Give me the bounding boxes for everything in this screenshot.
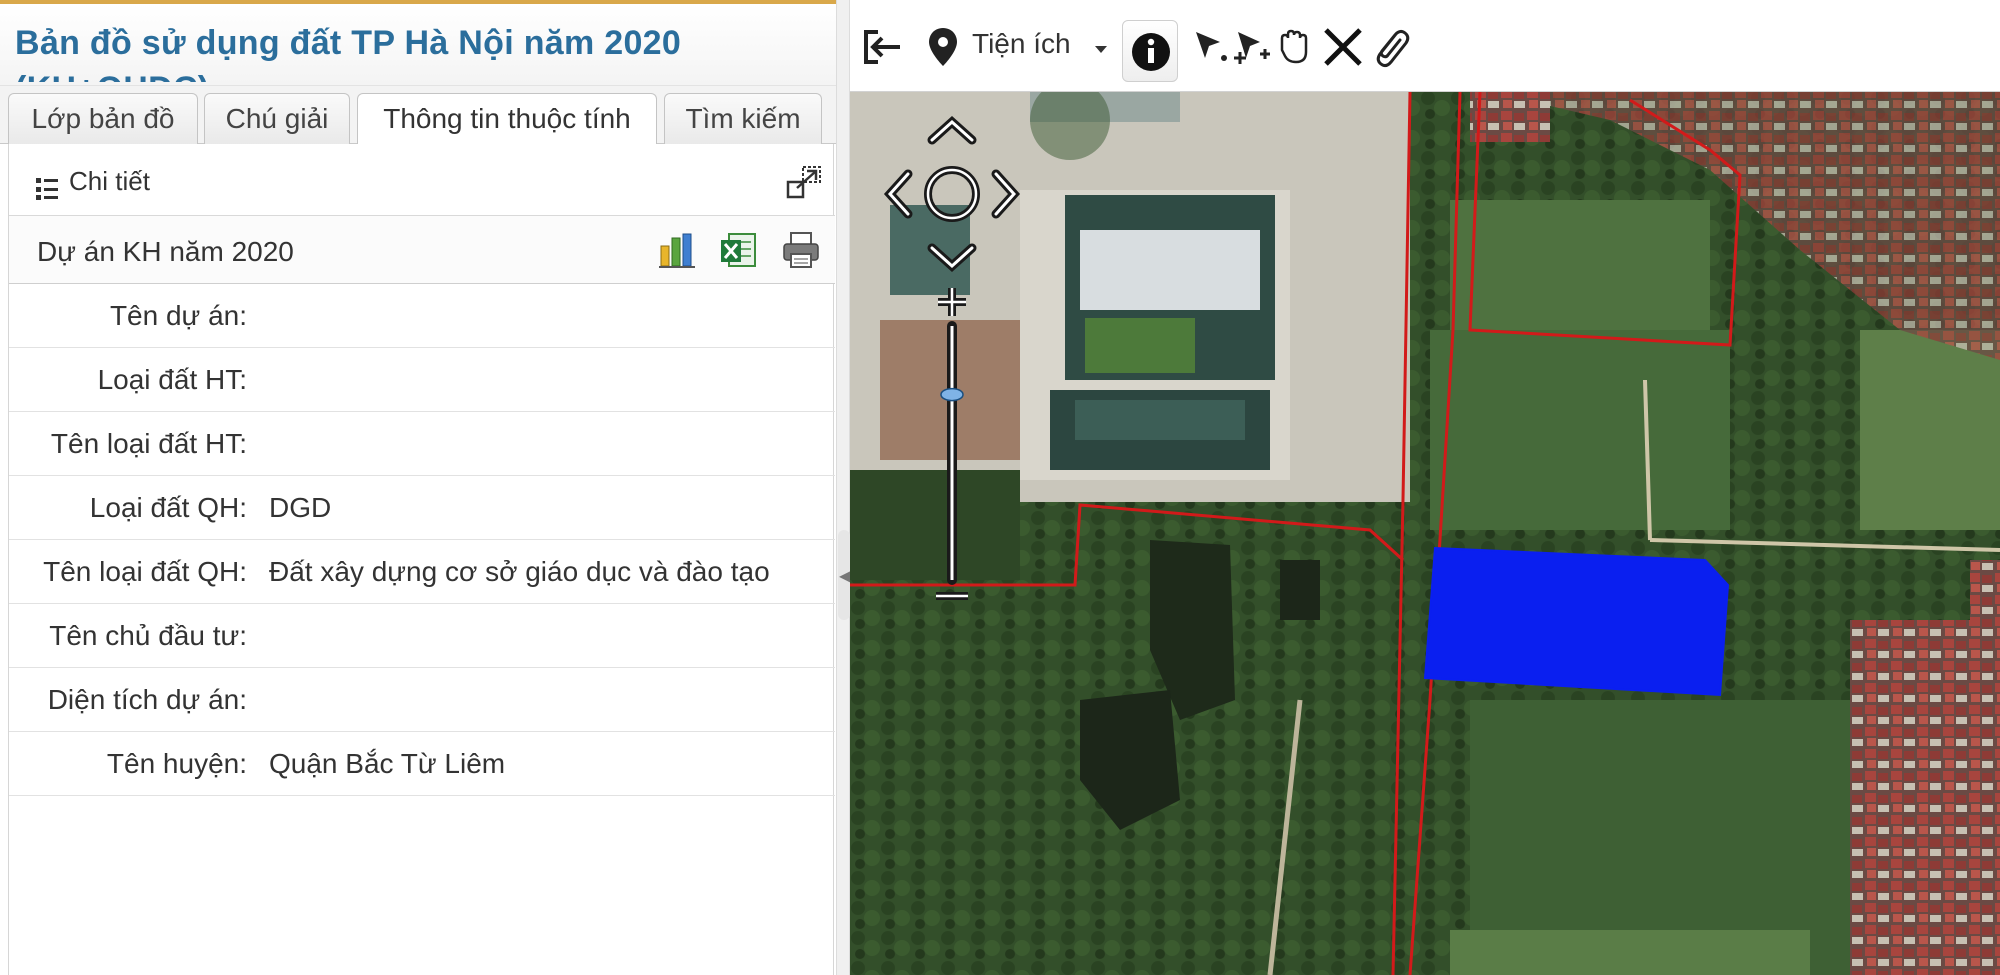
attribute-row: Loại đất QH: DGD	[9, 476, 835, 540]
map-view[interactable]: Tiện ích	[850, 0, 2000, 975]
attribute-value: Đất xây dựng cơ sở giáo dục và đào tạo	[269, 556, 770, 587]
tab-map-layers[interactable]: Lớp bản đồ	[8, 93, 198, 145]
chart-icon[interactable]	[657, 230, 697, 270]
pin-icon[interactable]	[920, 24, 966, 70]
attribute-row: Loại đất HT:	[9, 348, 835, 412]
pan-up-arrow[interactable]	[927, 115, 977, 145]
exit-icon[interactable]	[860, 24, 906, 70]
expand-icon[interactable]	[785, 164, 823, 200]
tab-search[interactable]: Tìm kiếm	[664, 93, 822, 145]
collapse-arrow-icon[interactable]: ◀	[839, 566, 850, 586]
attribute-label: Tên chủ đầu tư:	[49, 620, 247, 651]
utilities-menu[interactable]: Tiện ích	[972, 28, 1071, 60]
attribute-row: Tên chủ đầu tư:	[9, 604, 835, 668]
attribute-panel: Chi tiết Dự án KH năm 2020 Tên dự án: Lo…	[8, 144, 835, 975]
attribute-label: Tên loại đất HT:	[50, 428, 247, 459]
excel-icon[interactable]	[719, 230, 759, 270]
pan-hand-icon[interactable]	[1272, 24, 1318, 70]
attribute-label: Loại đất QH:	[89, 492, 247, 523]
page-title: Bản đồ sử dụng đất TP Hà Nội năm 2020 (K…	[15, 24, 682, 82]
panel-splitter[interactable]: ◀	[836, 0, 850, 975]
tab-legend[interactable]: Chú giải	[204, 93, 350, 145]
side-panel: Bản đồ sử dụng đất TP Hà Nội năm 2020 (K…	[0, 0, 850, 975]
project-header: Dự án KH năm 2020	[9, 216, 835, 284]
attribute-row: Tên dự án:	[9, 284, 835, 348]
project-title: Dự án KH năm 2020	[37, 236, 294, 267]
paperclip-icon[interactable]	[1368, 24, 1414, 70]
pan-left-arrow[interactable]	[883, 169, 913, 219]
select-add-icon[interactable]	[1228, 24, 1274, 70]
printer-icon[interactable]	[781, 230, 821, 270]
attribute-label: Tên dự án:	[109, 300, 247, 331]
attribute-label: Tên huyện:	[106, 748, 247, 779]
close-icon[interactable]	[1320, 24, 1366, 70]
map-navigation-control[interactable]	[880, 108, 1020, 608]
tab-attribute-info[interactable]: Thông tin thuộc tính	[357, 93, 657, 146]
zoom-in-icon[interactable]	[938, 288, 966, 316]
attribute-label: Diện tích dự án:	[47, 684, 247, 715]
chevron-down-icon[interactable]	[1093, 44, 1109, 54]
pan-right-arrow[interactable]	[991, 169, 1020, 219]
info-tool-button[interactable]	[1122, 20, 1178, 82]
list-icon[interactable]	[36, 178, 60, 200]
attribute-row: Tên loại đất QH: Đất xây dựng cơ sở giáo…	[9, 540, 835, 604]
attribute-row: Diện tích dự án:	[9, 668, 835, 732]
attribute-value: Quận Bắc Từ Liêm	[269, 748, 506, 779]
satellite-map[interactable]	[850, 0, 2000, 975]
attribute-row: Tên huyện: Quận Bắc Từ Liêm	[9, 732, 835, 796]
attribute-label: Tên loại đất QH:	[43, 556, 247, 587]
attribute-value: DGD	[269, 492, 332, 523]
detail-header: Chi tiết	[9, 144, 835, 216]
zoom-slider-thumb[interactable]	[940, 387, 964, 402]
tab-bar: Lớp bản đồ Chú giải Thông tin thuộc tính…	[0, 86, 850, 146]
reset-view-icon[interactable]	[924, 166, 980, 222]
info-icon	[1132, 33, 1170, 71]
attribute-label: Loại đất HT:	[97, 364, 247, 395]
map-toolbar: Tiện ích	[850, 0, 2000, 92]
top-accent-bar	[0, 0, 850, 4]
detail-label[interactable]: Chi tiết	[69, 166, 150, 197]
attribute-row: Tên loại đất HT:	[9, 412, 835, 476]
pan-down-arrow[interactable]	[927, 243, 977, 273]
